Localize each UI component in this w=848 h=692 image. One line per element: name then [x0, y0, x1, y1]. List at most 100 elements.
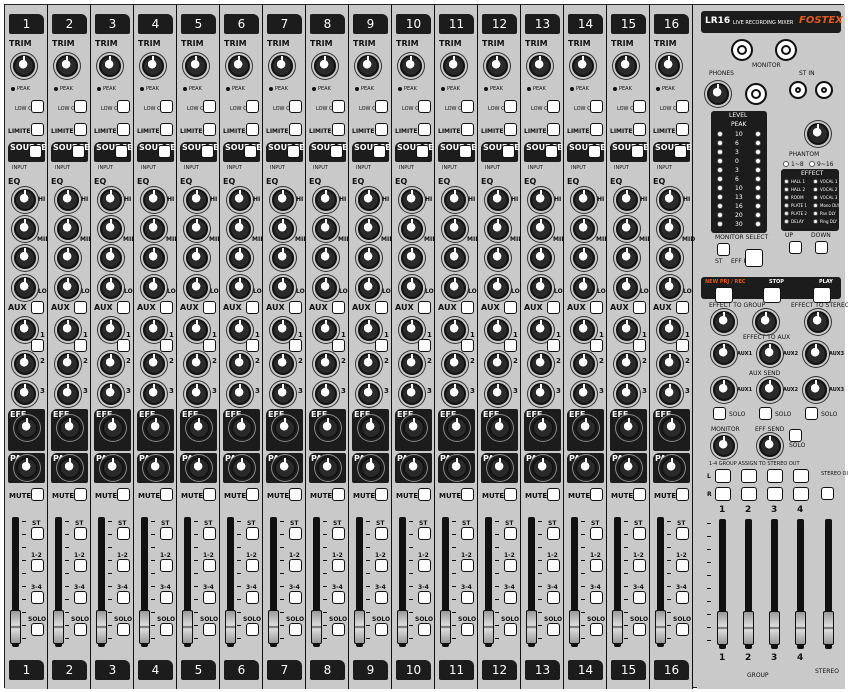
trim-knob[interactable]	[56, 55, 78, 77]
mute-button[interactable]	[160, 488, 173, 501]
solo-button[interactable]	[289, 623, 302, 636]
aux3-knob[interactable]	[315, 383, 337, 405]
aux1-knob[interactable]	[100, 319, 122, 341]
limiter-button[interactable]	[74, 123, 87, 136]
limiter-button[interactable]	[375, 123, 388, 136]
mute-button[interactable]	[289, 488, 302, 501]
aux23-pre-post-button[interactable]	[504, 339, 517, 352]
source-button[interactable]	[545, 145, 558, 158]
trim-knob[interactable]	[658, 55, 680, 77]
group-assign-l-button[interactable]	[715, 469, 731, 483]
eq-mid-gain-knob[interactable]	[229, 247, 251, 269]
aux3-knob[interactable]	[186, 383, 208, 405]
trim-knob[interactable]	[185, 55, 207, 77]
st-assign-button[interactable]	[590, 527, 603, 540]
aux2-knob[interactable]	[444, 353, 466, 375]
aux-pre-post-button[interactable]	[246, 301, 259, 314]
st-assign-button[interactable]	[461, 527, 474, 540]
eff-knob[interactable]	[575, 417, 597, 439]
eq-lo-knob[interactable]	[14, 277, 36, 299]
monitor-out-l-jack[interactable]	[731, 39, 753, 61]
limiter-button[interactable]	[504, 123, 517, 136]
group12-button[interactable]	[160, 559, 173, 572]
eq-mid-freq-knob[interactable]	[229, 218, 251, 240]
group-assign-r-button[interactable]	[741, 487, 757, 501]
aux2-knob[interactable]	[186, 353, 208, 375]
stereo-out-limiter-button[interactable]	[821, 487, 834, 500]
eq-mid-freq-knob[interactable]	[14, 218, 36, 240]
low-cut-button[interactable]	[547, 100, 560, 113]
eq-mid-gain-knob[interactable]	[530, 247, 552, 269]
group12-button[interactable]	[117, 559, 130, 572]
eq-mid-gain-knob[interactable]	[401, 247, 423, 269]
limiter-button[interactable]	[31, 123, 44, 136]
aux3-knob[interactable]	[487, 383, 509, 405]
pan-knob[interactable]	[661, 457, 683, 479]
group12-button[interactable]	[74, 559, 87, 572]
eff-knob[interactable]	[532, 417, 554, 439]
aux1-knob[interactable]	[401, 319, 423, 341]
eq-mid-gain-knob[interactable]	[573, 247, 595, 269]
group34-button[interactable]	[289, 591, 302, 604]
mute-button[interactable]	[504, 488, 517, 501]
monitor-out-r-jack[interactable]	[775, 39, 797, 61]
eq-hi-knob[interactable]	[659, 189, 681, 211]
mute-button[interactable]	[676, 488, 689, 501]
mute-button[interactable]	[418, 488, 431, 501]
trim-knob[interactable]	[529, 55, 551, 77]
eq-mid-gain-knob[interactable]	[57, 247, 79, 269]
st-assign-button[interactable]	[375, 527, 388, 540]
eq-mid-freq-knob[interactable]	[487, 218, 509, 240]
eq-mid-freq-knob[interactable]	[444, 218, 466, 240]
low-cut-button[interactable]	[590, 100, 603, 113]
aux-pre-post-button[interactable]	[461, 301, 474, 314]
eff-knob[interactable]	[618, 417, 640, 439]
aux2-knob[interactable]	[401, 353, 423, 375]
eq-mid-gain-knob[interactable]	[659, 247, 681, 269]
eq-mid-gain-knob[interactable]	[100, 247, 122, 269]
aux2-knob[interactable]	[272, 353, 294, 375]
aux2-knob[interactable]	[143, 353, 165, 375]
eq-hi-knob[interactable]	[143, 189, 165, 211]
rec-button[interactable]	[715, 287, 733, 303]
group-assign-r-button[interactable]	[715, 487, 731, 501]
group34-button[interactable]	[418, 591, 431, 604]
channel-fader[interactable]	[655, 610, 666, 644]
pan-knob[interactable]	[489, 457, 511, 479]
aux23-pre-post-button[interactable]	[160, 339, 173, 352]
aux1-knob[interactable]	[573, 319, 595, 341]
group12-button[interactable]	[375, 559, 388, 572]
eq-mid-gain-knob[interactable]	[487, 247, 509, 269]
limiter-button[interactable]	[418, 123, 431, 136]
mute-button[interactable]	[375, 488, 388, 501]
aux2-knob[interactable]	[487, 353, 509, 375]
aux3-knob[interactable]	[57, 383, 79, 405]
aux2-knob[interactable]	[315, 353, 337, 375]
eff-knob[interactable]	[231, 417, 253, 439]
eq-lo-knob[interactable]	[487, 277, 509, 299]
aux-pre-post-button[interactable]	[160, 301, 173, 314]
pan-knob[interactable]	[274, 457, 296, 479]
eq-lo-knob[interactable]	[57, 277, 79, 299]
aux-pre-post-button[interactable]	[332, 301, 345, 314]
source-button[interactable]	[201, 145, 214, 158]
low-cut-button[interactable]	[117, 100, 130, 113]
channel-fader[interactable]	[139, 610, 150, 644]
pan-knob[interactable]	[575, 457, 597, 479]
limiter-button[interactable]	[203, 123, 216, 136]
aux-pre-post-button[interactable]	[117, 301, 130, 314]
group-assign-l-button[interactable]	[767, 469, 783, 483]
aux23-pre-post-button[interactable]	[418, 339, 431, 352]
aux3-knob[interactable]	[444, 383, 466, 405]
group34-button[interactable]	[246, 591, 259, 604]
aux3-knob[interactable]	[272, 383, 294, 405]
aux23-pre-post-button[interactable]	[74, 339, 87, 352]
solo-button[interactable]	[203, 623, 216, 636]
eq-hi-knob[interactable]	[573, 189, 595, 211]
pan-knob[interactable]	[317, 457, 339, 479]
solo-button[interactable]	[418, 623, 431, 636]
eq-lo-knob[interactable]	[444, 277, 466, 299]
group12-button[interactable]	[203, 559, 216, 572]
aux1-knob[interactable]	[186, 319, 208, 341]
aux23-pre-post-button[interactable]	[203, 339, 216, 352]
